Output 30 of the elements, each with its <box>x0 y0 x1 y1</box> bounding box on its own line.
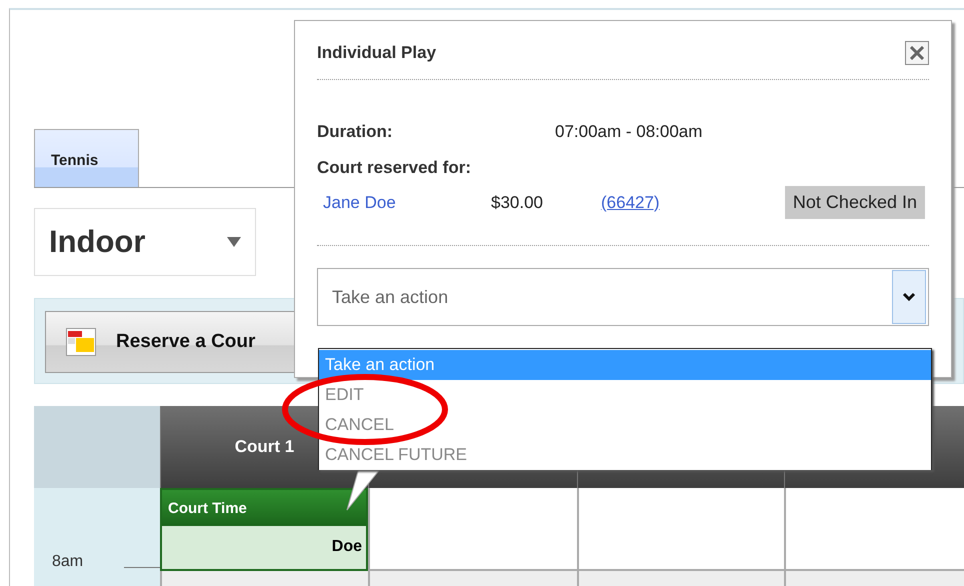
court-name: Court 1 <box>234 437 294 457</box>
dropdown-button[interactable] <box>892 270 926 324</box>
action-option[interactable]: Take an action <box>319 350 931 380</box>
close-icon <box>910 46 924 60</box>
grid-cell[interactable] <box>577 488 784 571</box>
action-option[interactable]: EDIT <box>319 380 931 410</box>
popup-title: Individual Play <box>317 43 436 63</box>
select-value: Take an action <box>332 286 448 308</box>
reservation-id-link[interactable]: (66427) <box>601 192 660 212</box>
close-button[interactable] <box>905 41 929 65</box>
duration-label: Duration: <box>317 122 394 142</box>
time-label: 8am <box>52 553 84 571</box>
action-option[interactable]: CANCEL <box>319 410 931 440</box>
calendar-icon <box>66 328 96 356</box>
location-select[interactable]: Indoor <box>34 208 256 276</box>
price-text: $30.00 <box>491 192 544 212</box>
action-select[interactable]: Take an action <box>317 268 929 326</box>
booking-name: Doe <box>162 526 366 569</box>
member-link[interactable]: Jane Doe <box>323 192 491 212</box>
chevron-down-icon <box>902 292 916 302</box>
tab[interactable]: Tennis <box>34 129 139 187</box>
dropdown-caret-icon <box>227 237 241 247</box>
reserved-label: Court reserved for: <box>317 158 471 178</box>
booking-title: Court Time <box>162 490 366 526</box>
check-in-status: Not Checked In <box>784 186 925 219</box>
select-value: Indoor <box>49 224 146 260</box>
duration-value: 07:00am - 08:00am <box>555 122 702 142</box>
booking-block[interactable]: Court Time Doe <box>160 488 368 571</box>
grid-cell[interactable] <box>784 488 964 571</box>
grid-cell[interactable] <box>368 488 577 571</box>
